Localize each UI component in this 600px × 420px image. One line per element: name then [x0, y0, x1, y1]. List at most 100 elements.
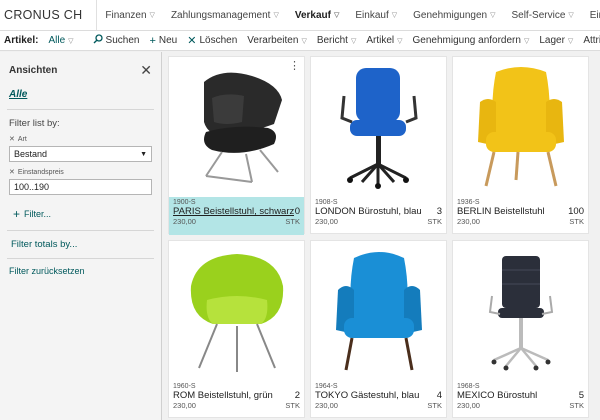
attributes-menu[interactable]: Attribute▽ — [578, 35, 600, 46]
nav-verkauf[interactable]: Verkauf ▽ — [287, 0, 348, 30]
filter-pane-title: Ansichten — [9, 64, 58, 76]
item-info: 1960-S ROM Beistellstuhl, grün 2 230,00 ST… — [169, 381, 304, 419]
item-info: 1900-S PARIS Beistellstuhl, schwarz 0 230… — [169, 197, 304, 235]
item-tile[interactable]: ⋮ 1900-S PARIS Beistellstuhl, schwarz 0 2… — [168, 56, 305, 235]
company-name[interactable]: CRONUS CH — [0, 0, 98, 30]
nav-label: Einkauf — [355, 9, 389, 21]
new-button[interactable]: + Neu — [144, 35, 182, 47]
nav-label: Zahlungsmanagement — [170, 9, 271, 21]
nav-self-service[interactable]: Self-Service ▽ — [503, 0, 581, 30]
new-button-label: Neu — [158, 35, 178, 46]
item-name[interactable]: MEXICO Bürostuhl — [457, 390, 537, 401]
inventory-menu[interactable]: Lager ▽ — [534, 35, 578, 46]
item-info: 1964-S TOKYO Gästestuhl, blau 4 230,00 STK — [311, 381, 446, 419]
item-menu[interactable]: Artikel ▽ — [361, 35, 407, 46]
attributes-menu-label: Attribute — [583, 35, 600, 46]
item-name[interactable]: TOKYO Gästestuhl, blau — [315, 390, 419, 401]
divider — [7, 230, 154, 231]
remove-filter-icon[interactable]: ✕ — [9, 168, 15, 176]
chevron-down-icon: ▽ — [490, 12, 496, 19]
request-approval-menu[interactable]: Genehmigung anfordern ▽ — [408, 35, 535, 46]
filter-totals-link[interactable]: Filter totals by... — [11, 239, 152, 250]
armchair-image — [203, 72, 282, 183]
item-code: 1900-S — [173, 199, 196, 206]
more-options-icon[interactable]: ⋮ — [289, 59, 300, 72]
product-image — [169, 241, 304, 381]
product-image — [453, 241, 588, 381]
delete-button-label: Löschen — [199, 35, 238, 46]
request-approval-label: Genehmigung anfordern — [412, 35, 521, 46]
item-name[interactable]: PARIS Beistellstuhl, schwarz — [173, 206, 294, 217]
chevron-down-icon: ▽ — [523, 37, 530, 45]
nav-label: Einrichtung und Erweiterungen — [589, 9, 600, 21]
nav-label: Self-Service — [511, 9, 566, 21]
item-info: 1908-S LONDON Bürostuhl, blau 3 230,00 STK — [311, 197, 446, 235]
chevron-down-icon: ▽ — [350, 37, 357, 45]
remove-filter-icon[interactable]: ✕ — [9, 135, 15, 143]
item-code: 1960-S — [173, 383, 196, 390]
item-quantity: 100 — [568, 206, 584, 217]
item-unit: STK — [427, 401, 442, 410]
inventory-menu-label: Lager — [539, 35, 565, 46]
process-menu[interactable]: Verarbeiten ▽ — [242, 35, 312, 46]
nav-genehmigungen[interactable]: Genehmigungen ▽ — [405, 0, 503, 30]
plus-icon: + — [13, 207, 21, 221]
filter-list-heading: Filter list by: — [9, 118, 60, 129]
item-tile[interactable]: 1908-S LONDON Bürostuhl, blau 3 230,00 STK — [310, 56, 447, 234]
report-menu[interactable]: Bericht ▽ — [312, 35, 362, 46]
view-filter-dropdown[interactable]: Alle ▽ — [44, 35, 79, 46]
item-unit: STK — [285, 217, 300, 226]
item-unit: STK — [569, 217, 584, 226]
filter-field-label: ✕ Einstandspreis — [9, 168, 152, 177]
item-code: 1936-S — [457, 199, 480, 206]
nav-label: Verkauf — [294, 9, 331, 21]
item-price: 230,00 — [457, 217, 480, 226]
delete-button[interactable]: ✕ Löschen — [182, 34, 242, 47]
divider — [7, 258, 154, 259]
cost-filter-value: 100..190 — [14, 182, 50, 192]
item-unit: STK — [569, 401, 584, 410]
filter-field-label: ✕ Art — [9, 135, 152, 144]
item-tile[interactable]: 1968-S MEXICO Bürostuhl 5 230,00 STK — [452, 240, 589, 418]
plus-icon: + — [149, 34, 156, 47]
item-tile[interactable]: 1960-S ROM Beistellstuhl, grün 2 230,00 ST… — [168, 240, 305, 418]
bucket-chair-image — [190, 254, 283, 372]
guest-chair-image — [335, 252, 422, 371]
add-filter-button[interactable]: + Filter... — [13, 207, 152, 221]
nav-finanzen[interactable]: Finanzen ▽ — [97, 0, 163, 30]
item-name[interactable]: ROM Beistellstuhl, grün — [173, 390, 273, 401]
item-name[interactable]: LONDON Bürostuhl, blau — [315, 206, 422, 217]
nav-zahlungsmanagement[interactable]: Zahlungsmanagement ▽ — [163, 0, 287, 30]
item-quantity: 5 — [578, 390, 584, 401]
item-price: 230,00 — [315, 401, 338, 410]
dropdown-arrow-icon: ▼ — [140, 150, 147, 158]
close-icon[interactable]: ✕ — [140, 63, 152, 77]
top-navigation: CRONUS CH Finanzen ▽ Zahlungsmanagement ▽ … — [0, 0, 600, 31]
item-price: 230,00 — [457, 401, 480, 410]
reset-filters-link[interactable]: Filter zurücksetzen — [9, 266, 152, 276]
view-all-link[interactable]: Alle — [9, 89, 152, 100]
nav-label: Genehmigungen — [413, 9, 488, 21]
item-code: 1968-S — [457, 383, 480, 390]
item-name[interactable]: BERLIN Beistellstuhl — [457, 206, 545, 217]
page-title: Artikel: — [4, 35, 39, 46]
item-tile[interactable]: 1936-S BERLIN Beistellstuhl 100 230,00 STK — [452, 56, 589, 234]
nav-einkauf[interactable]: Einkauf ▽ — [347, 0, 405, 30]
chevron-down-icon: ▽ — [149, 12, 155, 19]
item-unit: STK — [427, 217, 442, 226]
nav-einrichtung[interactable]: Einrichtung und Erweiterungen — [582, 0, 600, 30]
delete-icon: ✕ — [187, 35, 197, 47]
type-filter-select[interactable]: Bestand ▼ — [9, 146, 152, 162]
item-quantity: 2 — [294, 390, 300, 401]
filter-pane: Ansichten ✕ Alle Filter list by: ✕ Art Be… — [0, 52, 162, 420]
chevron-down-icon: ▽ — [301, 37, 307, 45]
wingback-chair-image — [477, 67, 564, 187]
view-filter-label: Alle — [48, 35, 66, 46]
product-image — [169, 57, 304, 197]
cost-filter-input[interactable]: 100..190 — [9, 179, 152, 195]
item-tile[interactable]: 1964-S TOKYO Gästestuhl, blau 4 230,00 STK — [310, 240, 447, 418]
chevron-down-icon: ▽ — [68, 37, 74, 45]
search-button[interactable]: Suchen — [88, 34, 145, 47]
item-price: 230,00 — [173, 217, 196, 226]
item-quantity: 4 — [436, 390, 442, 401]
